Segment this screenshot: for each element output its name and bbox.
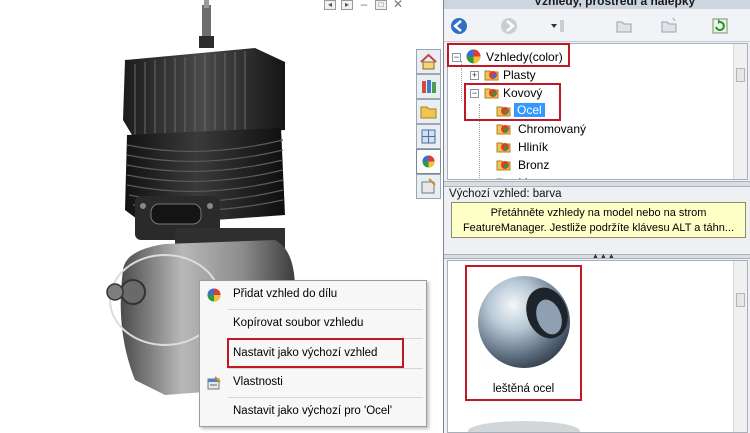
scrollbar-thumb[interactable] <box>736 293 745 307</box>
panel-title-bar: Vzhledy, prostředí a nálepky <box>444 0 750 9</box>
scrollbar-thumb[interactable] <box>736 68 745 82</box>
tab-design-library[interactable] <box>416 74 441 99</box>
folder-icon <box>420 106 437 119</box>
tab-home[interactable] <box>416 49 441 74</box>
tab-custom-properties[interactable] <box>416 174 441 199</box>
tree-node-label: Bronz <box>518 158 550 172</box>
menu-separator <box>228 368 423 369</box>
maximize-icon[interactable]: □ <box>375 0 387 10</box>
forward-icon[interactable] <box>499 16 519 36</box>
tooltip-line-2: FeatureManager. Jestliže podržíte kláves… <box>462 222 735 234</box>
tree-node-label: Chromovaný <box>518 122 587 136</box>
tile-view-icon[interactable]: ▸ <box>341 0 353 10</box>
folder-ball-icon <box>484 70 499 81</box>
close-icon[interactable]: ✕ <box>392 0 404 10</box>
tree-scrollbar[interactable] <box>733 44 747 179</box>
tree-node-label: Hliník <box>518 140 549 154</box>
tree-node-label: Plasty <box>503 68 536 82</box>
folder-ball-icon <box>496 160 511 171</box>
folder-ball-icon <box>496 142 511 153</box>
highlight-box-root <box>447 43 570 67</box>
folder-ball-icon <box>496 124 511 135</box>
properties-icon <box>207 376 221 390</box>
drag-hint-tooltip: Přetáhněte vzhledy na model nebo na stro… <box>451 202 746 238</box>
custom-properties-icon <box>421 178 436 194</box>
highlight-box-kovovy <box>464 83 561 121</box>
menu-separator <box>228 397 423 398</box>
view-palette-icon <box>421 129 436 144</box>
tab-file-explorer[interactable] <box>416 99 441 124</box>
new-folder-icon[interactable] <box>659 16 679 36</box>
dropdown-arrow-icon[interactable] <box>548 16 568 36</box>
menu-item-add-appearance[interactable]: Přidat vzhled do dílu <box>200 282 426 308</box>
menu-item-properties[interactable]: Vlastnosti <box>200 370 426 396</box>
polished-steel-sphere <box>478 276 570 368</box>
folder-open-icon[interactable] <box>614 16 634 36</box>
graphics-viewport[interactable]: ◂ ▸ – □ ✕ Přidat vzhled do dílu Kopírova… <box>0 0 443 433</box>
tab-appearances[interactable] <box>416 149 441 174</box>
view-controls: ◂ ▸ – □ ✕ <box>324 0 404 11</box>
thumbnail-label: leštěná ocel <box>492 383 555 395</box>
default-appearance-label: Výchozí vzhled: barva <box>449 188 562 200</box>
design-library-icon <box>422 80 436 93</box>
menu-item-label: Nastavit jako výchozí pro 'Ocel' <box>233 405 393 417</box>
menu-item-set-default-for-ocel[interactable]: Nastavit jako výchozí pro 'Ocel' <box>200 399 426 425</box>
panel-toolbar <box>444 9 750 42</box>
menu-item-label: Vlastnosti <box>233 376 283 388</box>
panel-title: Vzhledy, prostředí a nálepky <box>534 0 696 8</box>
appearance-thumbnail-partial[interactable] <box>468 421 580 432</box>
pane-splitter[interactable]: ▲▲▲ <box>444 253 750 260</box>
folder-ball-icon <box>496 178 503 179</box>
tooltip-line-1: Přetáhněte vzhledy na model nebo na stro… <box>490 207 707 219</box>
minimize-icon[interactable]: – <box>358 0 370 10</box>
home-icon <box>420 53 437 70</box>
pane-splitter[interactable] <box>444 181 750 187</box>
gallery-scrollbar[interactable] <box>733 261 747 432</box>
menu-item-label: Přidat vzhled do dílu <box>233 288 338 300</box>
back-icon[interactable] <box>449 16 469 36</box>
refresh-icon[interactable] <box>710 16 730 36</box>
menu-item-copy-appearance-file[interactable]: Kopírovat soubor vzhledu <box>200 311 426 337</box>
appearance-thumbnail[interactable]: leštěná ocel <box>465 265 582 401</box>
menu-item-label: Kopírovat soubor vzhledu <box>233 317 364 329</box>
appearances-icon <box>422 155 435 168</box>
appearance-ball-icon <box>207 288 221 302</box>
tree-node-label: M <box>518 176 528 179</box>
highlight-box <box>227 338 404 368</box>
menu-separator <box>228 309 423 310</box>
tab-view-palette[interactable] <box>416 124 441 149</box>
splitter-grip-icon[interactable]: ▲▲▲ <box>592 253 616 260</box>
appearance-gallery[interactable]: leštěná ocel <box>447 260 748 433</box>
restore-view-icon[interactable]: ◂ <box>324 0 336 10</box>
tree-line <box>461 61 462 101</box>
expand-icon[interactable]: + <box>470 71 479 80</box>
